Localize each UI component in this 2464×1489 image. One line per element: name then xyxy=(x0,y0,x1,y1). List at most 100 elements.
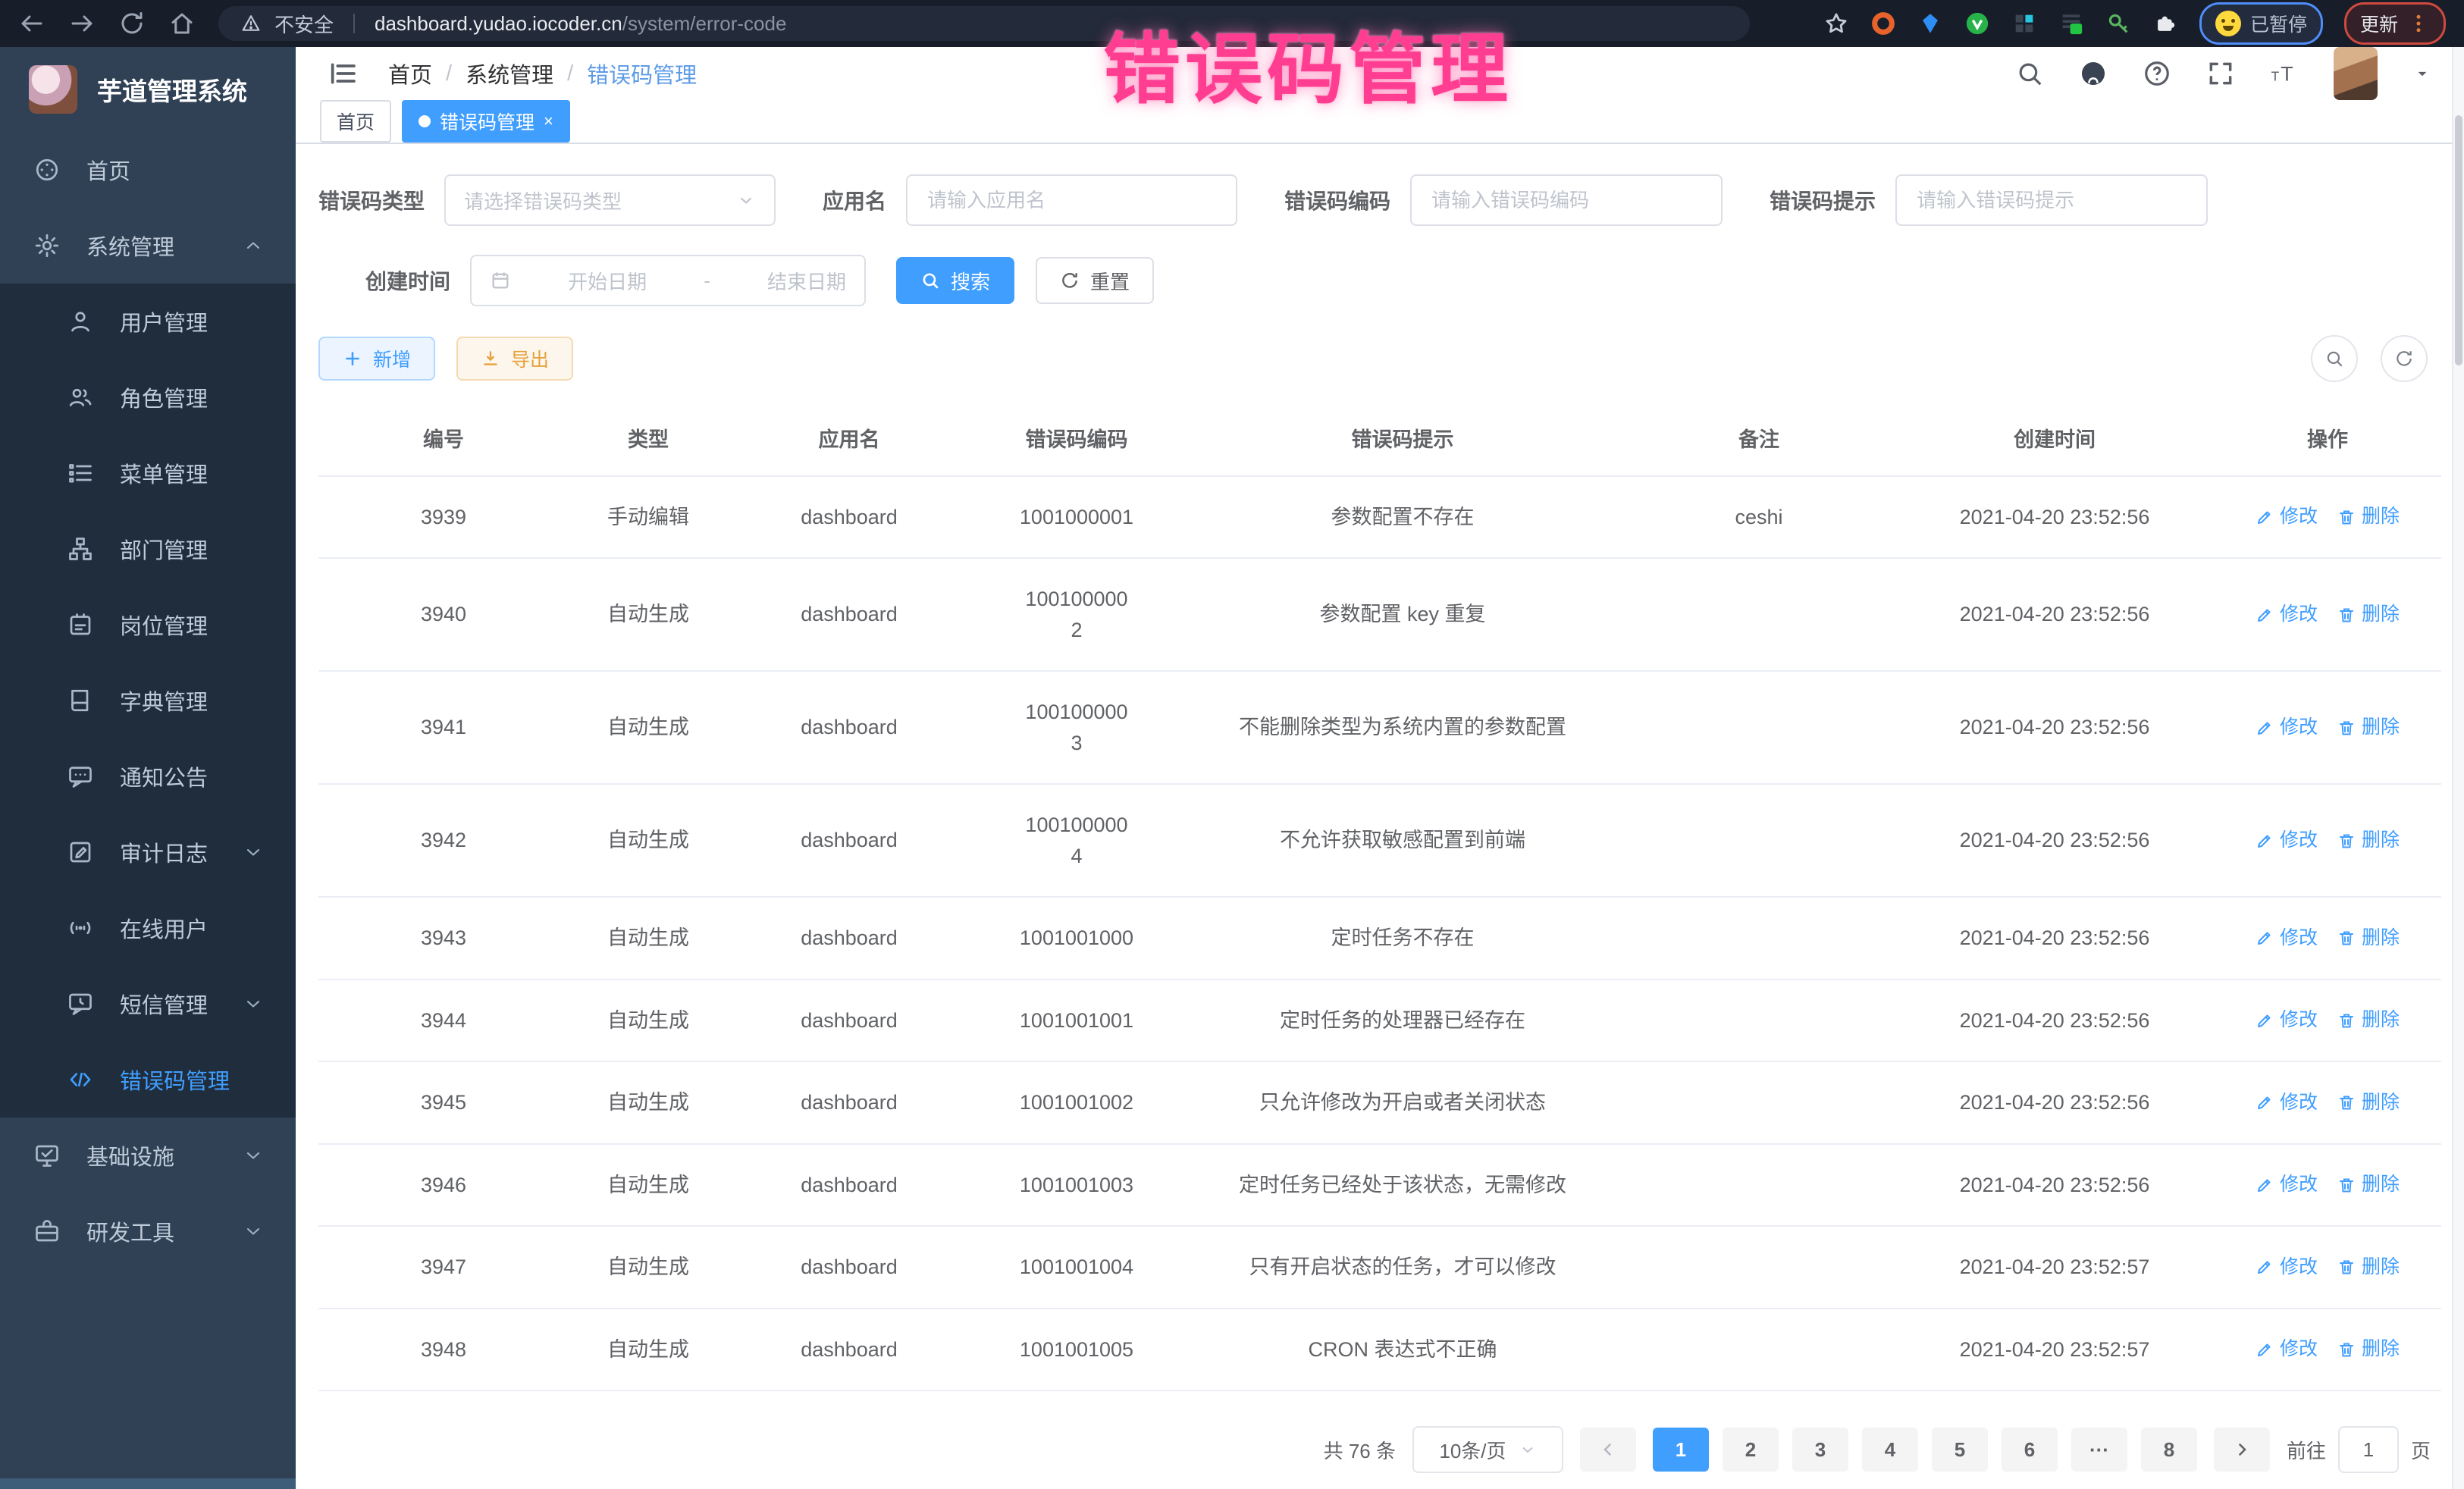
edit-link[interactable]: 修改 xyxy=(2256,1006,2318,1035)
sidebar-item-notice[interactable]: 通知公告 xyxy=(0,738,296,814)
extension-key-icon[interactable] xyxy=(2105,11,2131,36)
delete-link[interactable]: 删除 xyxy=(2337,924,2400,953)
breadcrumb-home[interactable]: 首页 xyxy=(388,58,432,89)
sidebar-item-label: 岗位管理 xyxy=(120,609,208,641)
search-button[interactable]: 搜索 xyxy=(896,257,1014,304)
browser-back-icon[interactable] xyxy=(18,10,45,37)
edit-link[interactable]: 修改 xyxy=(2256,713,2318,742)
error-type-select[interactable]: 请选择错误码类型 xyxy=(444,174,776,226)
delete-link[interactable]: 删除 xyxy=(2337,713,2400,742)
tab-首页[interactable]: 首页 xyxy=(320,100,391,143)
address-bar[interactable]: 不安全 dashboard.yudao.iocoder.cn/system/er… xyxy=(218,6,1750,41)
edit-link[interactable]: 修改 xyxy=(2256,1089,2318,1118)
search-icon[interactable] xyxy=(2015,59,2044,88)
edit-link[interactable]: 修改 xyxy=(2256,1335,2318,1364)
extension-green-icon[interactable] xyxy=(1964,11,1990,36)
topbar-actions: TT xyxy=(2015,47,2432,100)
help-icon[interactable] xyxy=(2143,59,2171,88)
scrollbar-thumb[interactable] xyxy=(2455,115,2462,365)
sidebar-item-infra[interactable]: 基础设施 xyxy=(0,1118,296,1193)
edit-link[interactable]: 修改 xyxy=(2256,1171,2318,1199)
extension-on-badge-icon[interactable] xyxy=(2058,11,2084,36)
app-logo[interactable]: 芋道管理系统 xyxy=(0,47,296,132)
pagination: 共 76 条 10条/页 123456···8 前往 1 页 xyxy=(318,1391,2441,1489)
delete-link[interactable]: 删除 xyxy=(2337,600,2400,629)
sidebar-item-dict[interactable]: 字典管理 xyxy=(0,663,296,738)
extension-grid-icon[interactable] xyxy=(2011,11,2037,36)
menu-dots-icon[interactable] xyxy=(2407,12,2430,35)
browser-home-icon[interactable] xyxy=(168,10,196,37)
sidebar-item-dept[interactable]: 部门管理 xyxy=(0,511,296,587)
table-row: 3940 自动生成 dashboard 1001000002 参数配置 key … xyxy=(318,559,2441,672)
sidebar-item-role[interactable]: 角色管理 xyxy=(0,359,296,435)
page-button-8[interactable]: 8 xyxy=(2141,1428,2197,1472)
page-button-2[interactable]: 2 xyxy=(1723,1428,1779,1472)
sidebar-item-tools[interactable]: 研发工具 xyxy=(0,1193,296,1269)
sidebar-item-audit[interactable]: 审计日志 xyxy=(0,814,296,890)
delete-link[interactable]: 删除 xyxy=(2337,1006,2400,1035)
chevron-down-icon xyxy=(1519,1440,1537,1459)
page-button-1[interactable]: 1 xyxy=(1653,1428,1709,1472)
export-button[interactable]: 导出 xyxy=(456,337,573,381)
sidebar-item-sms[interactable]: 短信管理 xyxy=(0,966,296,1042)
sidebar-item-errcode[interactable]: 错误码管理 xyxy=(0,1042,296,1118)
sidebar-item-post[interactable]: 岗位管理 xyxy=(0,587,296,663)
font-size-icon[interactable]: TT xyxy=(2270,59,2299,88)
sidebar-item-system[interactable]: 系统管理 xyxy=(0,208,296,284)
sidebar-item-label: 通知公告 xyxy=(120,760,208,792)
extension-gem-icon[interactable] xyxy=(1917,11,1943,36)
page-button-3[interactable]: 3 xyxy=(1792,1428,1848,1472)
extension-orange-icon[interactable] xyxy=(1870,11,1896,36)
close-tab-icon[interactable]: × xyxy=(544,111,553,131)
edit-link[interactable]: 修改 xyxy=(2256,826,2318,855)
error-code-input[interactable] xyxy=(1430,188,1703,213)
more-pages-button[interactable]: ··· xyxy=(2071,1428,2127,1472)
edit-link[interactable]: 修改 xyxy=(2256,1253,2318,1282)
delete-link[interactable]: 删除 xyxy=(2337,1089,2400,1118)
reset-button[interactable]: 重置 xyxy=(1036,257,1154,304)
add-button[interactable]: 新增 xyxy=(318,337,435,381)
edit-link[interactable]: 修改 xyxy=(2256,600,2318,629)
show-search-toggle-button[interactable] xyxy=(2311,335,2358,382)
bookmark-star-icon[interactable] xyxy=(1823,11,1849,36)
browser-reload-icon[interactable] xyxy=(118,10,146,37)
delete-link[interactable]: 删除 xyxy=(2337,1335,2400,1364)
breadcrumb-system[interactable]: 系统管理 xyxy=(466,58,553,89)
browser-profile-chip[interactable]: 已暂停 xyxy=(2199,2,2323,45)
sidebar-item-online[interactable]: 在线用户 xyxy=(0,890,296,966)
page-button-5[interactable]: 5 xyxy=(1932,1428,1988,1472)
page-button-6[interactable]: 6 xyxy=(2002,1428,2058,1472)
sidebar-item-menu[interactable]: 菜单管理 xyxy=(0,435,296,511)
filter-row-1: 错误码类型 请选择错误码类型 应用名 错误码编码 xyxy=(318,174,2441,226)
caret-down-icon[interactable] xyxy=(2412,64,2432,83)
page-size-select[interactable]: 10条/页 xyxy=(1412,1426,1563,1473)
delete-link[interactable]: 删除 xyxy=(2337,503,2400,531)
page-button-4[interactable]: 4 xyxy=(1862,1428,1918,1472)
github-icon[interactable] xyxy=(2079,59,2108,88)
extensions-puzzle-icon[interactable] xyxy=(2152,11,2178,36)
app-name-input[interactable] xyxy=(926,188,1218,213)
fullscreen-icon[interactable] xyxy=(2206,59,2235,88)
calendar-icon xyxy=(490,270,511,291)
refresh-icon xyxy=(1060,271,1080,290)
search-icon xyxy=(920,271,940,290)
goto-page-input[interactable]: 1 xyxy=(2338,1426,2399,1473)
sidebar-item-user[interactable]: 用户管理 xyxy=(0,284,296,359)
collapse-menu-icon[interactable] xyxy=(328,58,358,89)
edit-link[interactable]: 修改 xyxy=(2256,924,2318,953)
edit-link[interactable]: 修改 xyxy=(2256,503,2318,531)
tab-错误码管理[interactable]: 错误码管理× xyxy=(402,100,570,143)
prev-page-button[interactable] xyxy=(1580,1428,1636,1472)
sidebar-item-home[interactable]: 首页 xyxy=(0,132,296,208)
refresh-table-button[interactable] xyxy=(2381,335,2428,382)
user-avatar[interactable] xyxy=(2334,47,2378,100)
error-msg-input[interactable] xyxy=(1915,188,2188,213)
browser-update-chip[interactable]: 更新 xyxy=(2344,2,2446,45)
delete-link[interactable]: 删除 xyxy=(2337,1253,2400,1282)
date-range-picker[interactable]: 开始日期 - 结束日期 xyxy=(470,255,866,306)
delete-link[interactable]: 删除 xyxy=(2337,826,2400,855)
chevron-down-icon xyxy=(243,1221,264,1242)
browser-forward-icon[interactable] xyxy=(68,10,96,37)
delete-link[interactable]: 删除 xyxy=(2337,1171,2400,1199)
next-page-button[interactable] xyxy=(2214,1428,2270,1472)
